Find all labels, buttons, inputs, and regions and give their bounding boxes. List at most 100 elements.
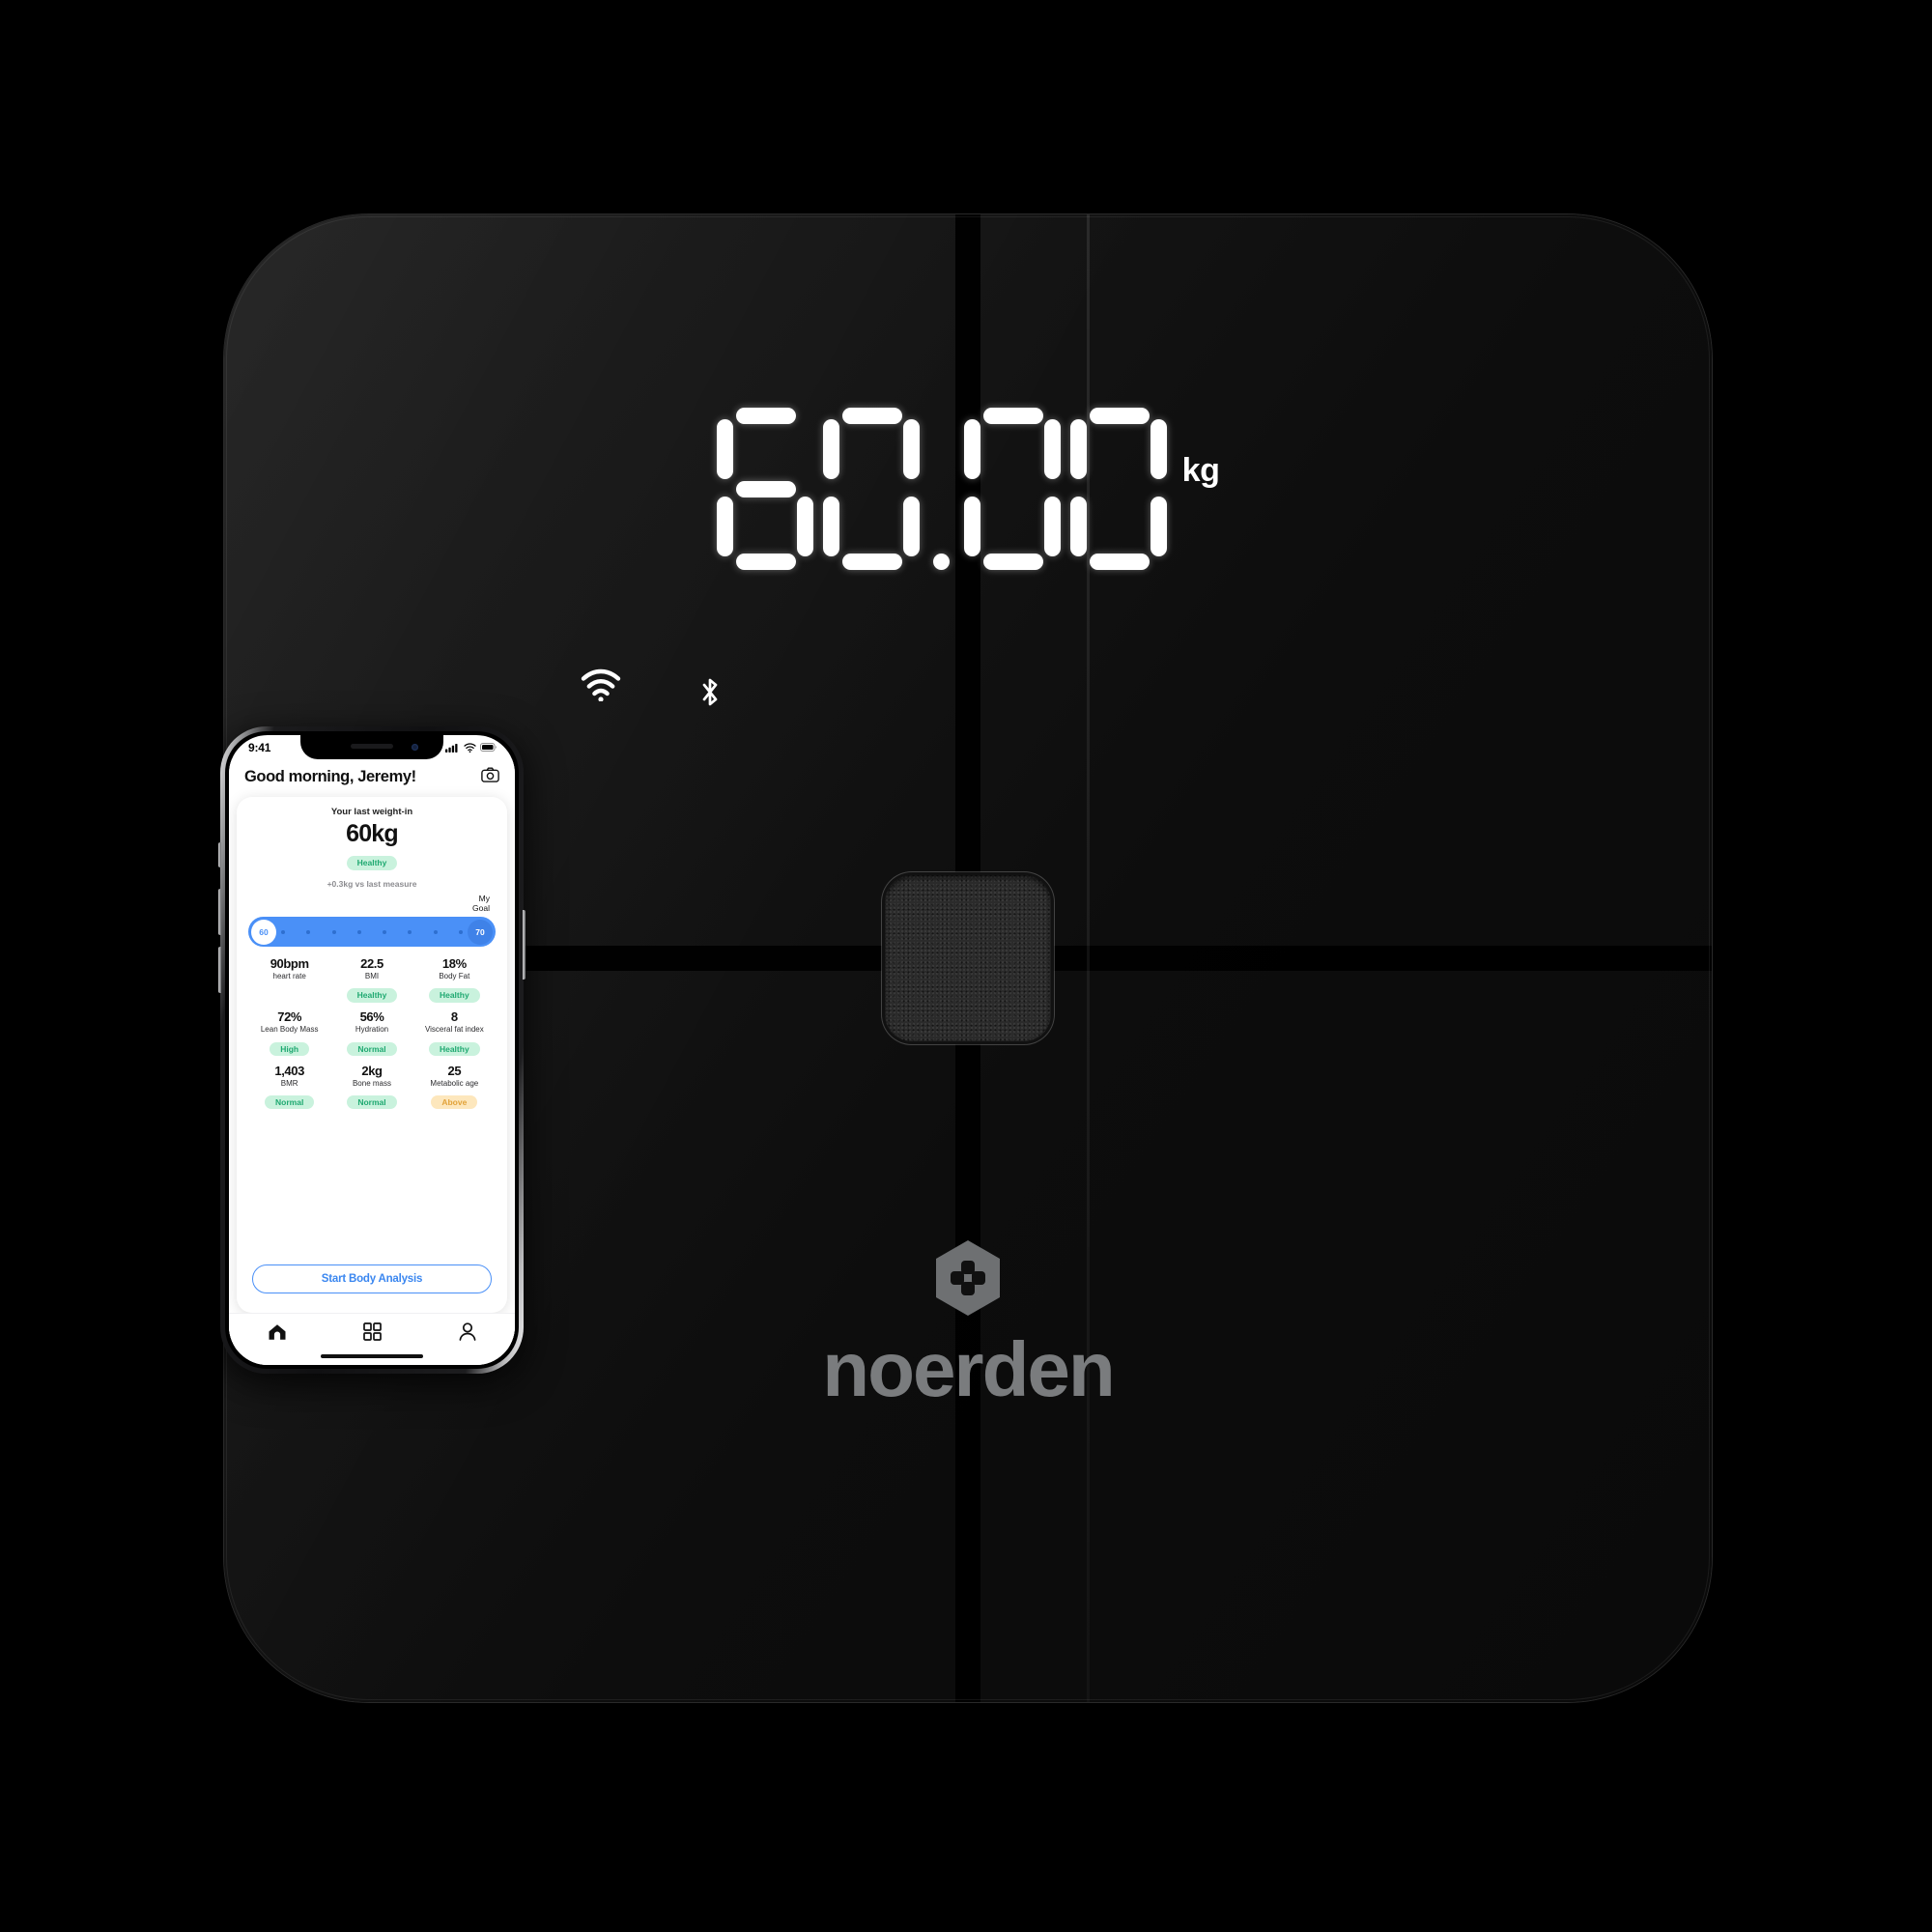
status-bar-indicators — [445, 742, 497, 753]
wifi-icon — [464, 742, 476, 753]
metric-label: Hydration — [355, 1025, 389, 1035]
metric-badge: Healthy — [346, 988, 398, 1003]
metric-badge-wrap: Healthy — [415, 1039, 494, 1057]
metric-cell[interactable]: 8 Visceral fat index Healthy — [413, 1009, 496, 1057]
page-title: Good morning, Jeremy! — [244, 768, 416, 785]
metric-badge-wrap: Healthy — [332, 985, 411, 1003]
phone-body: 9:41 Good morning, Jeremy! Your last wei… — [218, 726, 526, 1374]
card-label: Your last weight-in — [330, 807, 413, 817]
home-indicator — [321, 1354, 423, 1358]
goal-label-line2: Goal — [472, 902, 490, 913]
metric-cell[interactable]: 1,403 BMR Normal — [248, 1064, 330, 1110]
front-camera — [412, 744, 418, 751]
seven-segment-digit — [1069, 408, 1167, 570]
cta-wrap: Start Body Analysis — [248, 1256, 496, 1301]
status-badge: Healthy — [346, 856, 398, 870]
metric-value: 18% — [441, 956, 467, 972]
metric-value: 22.5 — [360, 956, 384, 972]
metric-badge: Healthy — [428, 1041, 480, 1057]
power-button[interactable] — [523, 910, 526, 980]
camera-icon[interactable] — [481, 767, 499, 787]
goal-label-line1: My — [478, 894, 490, 903]
tab-bar — [229, 1313, 515, 1350]
slider-tick-dots — [281, 917, 463, 947]
tab-profile[interactable] — [459, 1322, 476, 1346]
earpiece-speaker — [351, 744, 393, 749]
metric-badge-wrap — [250, 985, 328, 1000]
app-header: Good morning, Jeremy! — [229, 759, 515, 797]
metric-label: Metabolic age — [430, 1078, 479, 1088]
metric-badge: Normal — [347, 1094, 397, 1110]
metric-badge-wrap: Healthy — [415, 985, 494, 1003]
wifi-icon — [580, 668, 622, 706]
seven-segment-digit — [716, 408, 813, 570]
metric-badge-wrap: Normal — [332, 1093, 411, 1110]
cellular-signal-icon — [445, 743, 458, 753]
phone-bezel: 9:41 Good morning, Jeremy! Your last wei… — [225, 731, 519, 1369]
metric-cell[interactable]: 72% Lean Body Mass High — [248, 1009, 330, 1057]
metric-cell[interactable]: 22.5 BMI Healthy — [330, 956, 412, 1003]
metric-badge: Healthy — [428, 988, 480, 1003]
metric-badge: Normal — [265, 1094, 315, 1110]
start-body-analysis-button[interactable]: Start Body Analysis — [252, 1264, 492, 1293]
phone-mockup: 9:41 Good morning, Jeremy! Your last wei… — [218, 726, 526, 1374]
electrode-pad — [885, 875, 1051, 1041]
seven-segment-digit — [963, 408, 1061, 570]
metric-value: 90bpm — [270, 956, 309, 972]
volume-up-button[interactable] — [218, 889, 221, 935]
bluetooth-icon — [697, 676, 723, 714]
home-icon — [269, 1323, 286, 1340]
slider-knob-end[interactable]: 70 — [468, 919, 493, 945]
weight-value: 60kg — [346, 820, 399, 847]
metric-value: 25 — [447, 1063, 462, 1078]
mute-switch[interactable] — [218, 842, 221, 867]
tab-home[interactable] — [268, 1323, 287, 1346]
battery-icon — [480, 743, 497, 752]
metrics-grid: 90bpm heart rate 22.5 BMI Healthy 18% Body Fat… — [248, 956, 496, 1110]
metric-label: Visceral fat index — [424, 1025, 484, 1035]
metric-badge: Normal — [347, 1041, 397, 1057]
noerden-hexagon-logo-icon — [936, 1240, 1000, 1316]
metric-badge-wrap: High — [250, 1039, 328, 1057]
metric-label: Lean Body Mass — [260, 1025, 319, 1035]
metric-badge: High — [270, 1041, 310, 1057]
metric-label: heart rate — [272, 972, 306, 981]
seven-segment-digit — [822, 408, 920, 570]
connectivity-indicators — [224, 572, 1712, 706]
metric-label: BMR — [280, 1078, 298, 1088]
decimal-point — [929, 408, 954, 570]
phone-screen: 9:41 Good morning, Jeremy! Your last wei… — [229, 735, 515, 1365]
metric-value: 1,403 — [274, 1063, 304, 1078]
seven-segment-digits: kg — [716, 408, 1220, 570]
metric-cell[interactable]: 56% Hydration Normal — [330, 1009, 412, 1057]
metric-badge-wrap: Normal — [250, 1093, 328, 1110]
weight-unit-label: kg — [1181, 452, 1220, 489]
person-icon — [459, 1322, 476, 1341]
weight-status-wrap: Healthy — [248, 853, 496, 870]
metric-label: Body Fat — [439, 972, 470, 981]
metric-value: 56% — [359, 1009, 384, 1025]
metric-label: Bone mass — [352, 1078, 391, 1088]
metric-label: BMI — [364, 972, 380, 981]
notch — [300, 735, 443, 759]
weight-summary-card: Your last weight-in 60kg Healthy +0.3kg … — [237, 797, 507, 1313]
metric-value: 8 — [450, 1009, 458, 1025]
metric-badge-wrap: Normal — [332, 1039, 411, 1057]
grid-icon — [363, 1322, 383, 1341]
metric-badge: Above — [431, 1094, 478, 1110]
metric-cell[interactable]: 18% Body Fat Healthy — [413, 956, 496, 1003]
status-bar-time: 9:41 — [248, 740, 271, 754]
goal-slider[interactable]: 60 70 — [248, 917, 496, 948]
metric-cell[interactable]: 90bpm heart rate — [248, 956, 330, 1003]
metric-badge-wrap: Above — [415, 1093, 494, 1110]
app-content: Good morning, Jeremy! Your last weight-i… — [229, 759, 515, 1365]
slider-knob-start[interactable]: 60 — [251, 919, 276, 945]
metric-cell[interactable]: 25 Metabolic age Above — [413, 1064, 496, 1110]
surface-reflection — [224, 1702, 1712, 1932]
volume-down-button[interactable] — [218, 947, 221, 993]
metric-value: 2kg — [361, 1063, 383, 1078]
goal-label: My Goal — [248, 894, 490, 913]
tab-modules[interactable] — [363, 1322, 383, 1346]
metric-value: 72% — [277, 1009, 302, 1025]
metric-cell[interactable]: 2kg Bone mass Normal — [330, 1064, 412, 1110]
